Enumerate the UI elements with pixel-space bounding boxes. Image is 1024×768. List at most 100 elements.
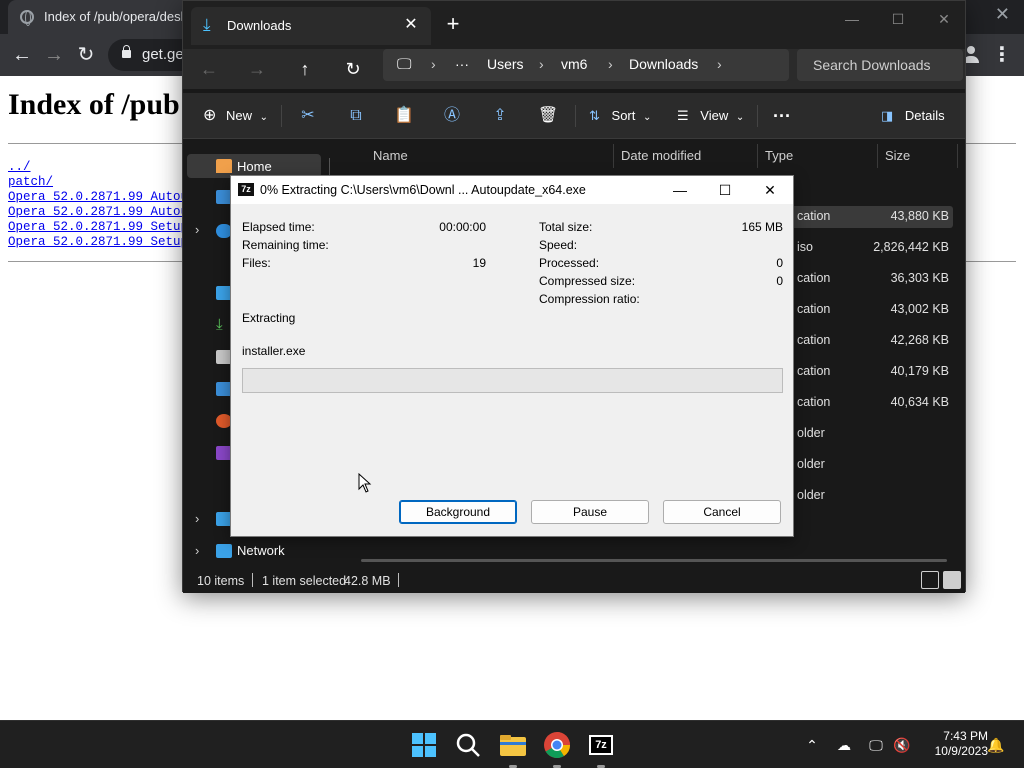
search-input[interactable]: Search Downloads [797, 49, 963, 81]
explorer-titlebar: ⤓ Downloads ✕ + — ☐ ✕ [183, 1, 965, 49]
volume-muted-icon[interactable]: 🔇 [892, 735, 912, 755]
cell-type[interactable]: cation [797, 333, 830, 347]
file-explorer-icon[interactable] [497, 729, 529, 761]
show-hidden-icons-chevron-icon[interactable]: ⌃ [802, 735, 822, 755]
this-pc-icon: 🖵 [397, 56, 412, 73]
chevron-right-icon[interactable]: › [195, 222, 199, 237]
network-icon[interactable] [216, 544, 232, 558]
search-icon[interactable] [452, 729, 484, 761]
cell-type[interactable]: cation [797, 302, 830, 316]
back-arrow-icon[interactable]: ← [195, 55, 223, 83]
cell-type[interactable]: cation [797, 209, 830, 223]
minimize-icon[interactable]: — [829, 5, 875, 33]
address-bar[interactable]: 🖵 › ··· Users › vm6 › Downloads › [383, 49, 789, 81]
forward-arrow-icon[interactable]: → [243, 55, 271, 83]
home-icon [216, 159, 232, 173]
cell-type[interactable]: cation [797, 271, 830, 285]
directory-link[interactable]: patch/ [8, 175, 188, 190]
more-options-icon[interactable]: ··· [773, 103, 791, 129]
7zip-icon: 7z [238, 183, 254, 196]
column-header-size[interactable]: Size [885, 148, 910, 163]
details-view-icon[interactable] [921, 571, 939, 589]
chevron-right-icon[interactable]: › [195, 543, 199, 558]
sort-button[interactable]: ⇅ Sort ⌄ [589, 103, 651, 129]
column-header-name[interactable]: Name [373, 148, 408, 163]
tiles-view-icon[interactable] [943, 571, 961, 589]
cell-size[interactable]: 40,179 KB [839, 364, 949, 378]
directory-link[interactable]: ../ [8, 160, 188, 175]
sidebar-item-network[interactable]: Network [237, 543, 285, 558]
close-window-icon[interactable]: ✕ [921, 5, 967, 33]
cell-size[interactable]: 42,268 KB [839, 333, 949, 347]
windows-start-icon[interactable] [408, 729, 440, 761]
7zip-app-icon[interactable]: 7z [585, 729, 617, 761]
more-dots-icon[interactable]: ··· [455, 56, 469, 72]
7zip-icon-text: 7z [591, 737, 611, 753]
separator [252, 573, 253, 587]
breadcrumb-vm6[interactable]: vm6 [561, 56, 587, 72]
browser-tab[interactable]: Index of /pub/opera/desk [8, 0, 208, 34]
cell-type[interactable]: older [797, 457, 825, 471]
new-button-label: New [226, 108, 253, 123]
minimize-icon[interactable]: — [658, 178, 702, 202]
cell-type[interactable]: older [797, 488, 825, 502]
reload-icon[interactable]: ↻ [72, 41, 100, 69]
pause-button[interactable]: Pause [531, 500, 649, 524]
cell-type[interactable]: iso [797, 240, 813, 254]
chevron-right-icon[interactable]: › [195, 511, 199, 526]
notification-bell-icon[interactable]: 🔔 [986, 735, 1006, 755]
cell-size[interactable]: 36,303 KB [839, 271, 949, 285]
cell-type[interactable]: cation [797, 395, 830, 409]
cut-icon[interactable]: ✂ [295, 103, 321, 129]
up-arrow-icon[interactable]: ↑ [291, 55, 319, 83]
column-header-type[interactable]: Type [765, 148, 793, 163]
new-tab-icon[interactable]: + [441, 13, 465, 37]
explorer-tab-downloads[interactable]: ⤓ Downloads ✕ [191, 7, 431, 45]
forward-arrow-icon[interactable]: → [40, 41, 68, 69]
elapsed-time-label: Elapsed time: [242, 220, 315, 234]
view-lines-icon: ☰ [677, 108, 689, 123]
copy-icon[interactable]: ⧉ [343, 103, 369, 129]
onedrive-tray-icon[interactable]: ☁ [834, 735, 854, 755]
rename-icon[interactable]: Ⓐ [439, 103, 465, 129]
maximize-icon[interactable]: ☐ [875, 5, 921, 33]
cell-size[interactable]: 43,002 KB [839, 302, 949, 316]
back-arrow-icon[interactable]: ← [8, 41, 36, 69]
breadcrumb-downloads[interactable]: Downloads [629, 56, 698, 72]
delete-icon[interactable]: 🗑 [535, 103, 561, 129]
directory-link[interactable]: Opera_52.0.2871.99_Autou [8, 190, 188, 205]
chrome-icon[interactable] [541, 729, 573, 761]
taskbar: 7z ⌃ ☁ 🖵 🔇 7:43 PM 10/9/2023 🔔 [0, 720, 1024, 768]
cell-size[interactable]: 2,826,442 KB [839, 240, 949, 254]
browser-close-icon[interactable]: ✕ [995, 4, 1010, 25]
current-file-name: installer.exe [242, 344, 306, 358]
elapsed-time-value: 00:00:00 [439, 220, 486, 234]
directory-link[interactable]: Opera_52.0.2871.99_Autou [8, 205, 188, 220]
background-button[interactable]: Background [399, 500, 517, 524]
column-header-date[interactable]: Date modified [621, 148, 701, 163]
maximize-icon[interactable]: ☐ [703, 178, 747, 202]
system-clock[interactable]: 7:43 PM 10/9/2023 [918, 729, 988, 759]
details-button[interactable]: ◨ Details [881, 103, 945, 129]
paste-icon[interactable]: 📋 [391, 103, 417, 129]
cell-size[interactable]: 40,634 KB [839, 395, 949, 409]
dialog-titlebar: 7z 0% Extracting C:\Users\vm6\Downl ... … [231, 176, 793, 204]
cancel-button[interactable]: Cancel [663, 500, 781, 524]
dialog-body: Elapsed time: 00:00:00 Remaining time: F… [231, 204, 793, 536]
close-tab-icon[interactable]: ✕ [401, 15, 421, 35]
view-button[interactable]: ☰ View ⌄ [677, 103, 744, 129]
refresh-icon[interactable]: ↻ [339, 55, 367, 83]
network-icon[interactable]: 🖵 [866, 735, 886, 755]
cell-size[interactable]: 43,880 KB [839, 209, 949, 223]
share-icon[interactable]: ⇪ [487, 103, 513, 129]
cell-type[interactable]: older [797, 426, 825, 440]
directory-link[interactable]: Opera_52.0.2871.99_Setup [8, 220, 188, 235]
close-icon[interactable]: ✕ [748, 178, 792, 202]
chevron-down-icon: ⌄ [259, 112, 269, 123]
new-button[interactable]: ⊕ New ⌄ [203, 103, 268, 129]
horizontal-scrollbar[interactable] [361, 559, 947, 562]
breadcrumb-users[interactable]: Users [487, 56, 524, 72]
menu-kebab-icon[interactable]: ⋮ [992, 41, 1012, 69]
cell-type[interactable]: cation [797, 364, 830, 378]
directory-link[interactable]: Opera_52.0.2871.99_Setup [8, 235, 188, 250]
